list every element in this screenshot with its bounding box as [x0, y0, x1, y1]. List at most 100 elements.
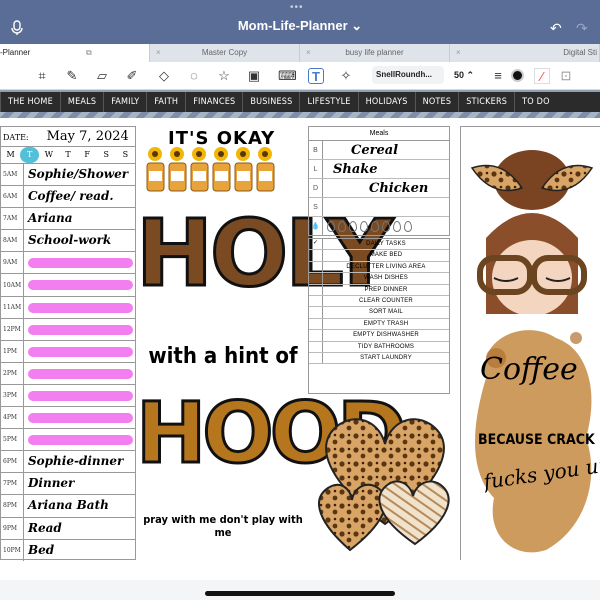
water-tracker-row[interactable]: 💧: [309, 217, 449, 236]
window-dots[interactable]: •••: [290, 2, 304, 13]
meal-row[interactable]: L Shake: [309, 160, 449, 179]
hour-task[interactable]: Ariana: [23, 208, 135, 230]
text-style-icon[interactable]: ⊡: [558, 68, 574, 84]
hour-row[interactable]: 4PM: [1, 406, 135, 429]
task-row[interactable]: EMPTY TRASH: [309, 318, 449, 331]
meal-row[interactable]: S: [309, 198, 449, 217]
water-drop[interactable]: [404, 221, 412, 232]
pen-icon[interactable]: ✎: [64, 68, 80, 84]
document-title[interactable]: Mom-Life-Planner ⌄: [0, 18, 600, 34]
task-row[interactable]: EMPTY DISHWASHER: [309, 330, 449, 342]
redo-icon[interactable]: ↷: [576, 20, 588, 37]
tab-mom-life-planner[interactable]: -Planner ⧉: [0, 44, 150, 62]
honey-jars-sticker[interactable]: [142, 146, 282, 198]
meal-row[interactable]: B Cereal: [309, 141, 449, 160]
font-family-select[interactable]: SnellRoundh...: [372, 66, 444, 84]
water-drop[interactable]: [338, 221, 346, 232]
hour-task[interactable]: [23, 252, 135, 274]
holy-sticker-text[interactable]: HOLY: [135, 204, 395, 303]
close-icon[interactable]: ×: [306, 44, 311, 62]
color-swatch-black[interactable]: [510, 68, 526, 84]
task-checkbox[interactable]: [309, 295, 323, 307]
hour-task[interactable]: [23, 318, 135, 340]
nav-the-home[interactable]: THE HOME: [0, 92, 60, 112]
task-row[interactable]: MAKE BED: [309, 250, 449, 262]
task-checkbox[interactable]: [309, 284, 323, 295]
hour-task[interactable]: Read: [23, 517, 135, 539]
hour-task[interactable]: [23, 296, 135, 318]
nav-family[interactable]: FAMILY: [103, 92, 146, 112]
hour-row[interactable]: 12PM: [1, 317, 135, 340]
keyboard-icon[interactable]: ⌨: [278, 68, 297, 84]
hour-row[interactable]: 3PM: [1, 383, 135, 407]
task-checkbox[interactable]: [309, 330, 323, 341]
task-checkbox[interactable]: [309, 307, 323, 318]
hour-task[interactable]: [23, 274, 135, 296]
meal-value[interactable]: Shake: [323, 160, 449, 178]
hour-row[interactable]: 6AM Coffee/ read.: [1, 185, 135, 208]
water-drop[interactable]: [349, 221, 357, 232]
nav-to-do[interactable]: TO DO: [514, 92, 557, 112]
because-crack-sticker-text[interactable]: BECAUSE CRACK: [478, 432, 595, 448]
eraser-icon[interactable]: ▱: [94, 68, 110, 84]
hint-of-sticker-text[interactable]: with a hint of: [140, 344, 306, 369]
hour-row[interactable]: 2PM: [1, 361, 135, 384]
hood-sticker-text[interactable]: HOOD: [135, 378, 409, 488]
task-checkbox[interactable]: [309, 352, 323, 364]
hour-task[interactable]: Sophie-dinner: [23, 451, 135, 473]
meal-value[interactable]: Chicken: [323, 179, 449, 197]
nav-meals[interactable]: MEALS: [59, 92, 103, 112]
task-row[interactable]: PREP DINNER: [309, 284, 449, 296]
highlighter-icon[interactable]: ✐: [124, 68, 140, 84]
laser-icon[interactable]: ✧: [338, 68, 354, 84]
date-value[interactable]: May 7, 2024: [47, 129, 129, 144]
meal-row[interactable]: D Chicken: [309, 179, 449, 198]
task-row[interactable]: WASH DISHES: [309, 273, 449, 285]
hour-row[interactable]: 11AM: [1, 295, 135, 318]
split-view-icon[interactable]: ⧉: [86, 44, 92, 62]
task-checkbox[interactable]: [309, 318, 323, 330]
task-row[interactable]: DECLUTTER LIVING AREA: [309, 261, 449, 274]
nav-notes[interactable]: NOTES: [414, 92, 459, 112]
no-fill-icon[interactable]: ⁄: [534, 68, 550, 84]
hour-task[interactable]: [23, 362, 135, 384]
meal-value[interactable]: [323, 198, 449, 216]
water-drop[interactable]: [360, 221, 368, 232]
tab-master-copy[interactable]: × Master Copy: [150, 44, 300, 62]
tab-busy-life-planner[interactable]: × busy life planner: [300, 44, 450, 62]
nav-faith[interactable]: FAITH: [146, 92, 185, 112]
hour-row[interactable]: 9PM Read: [1, 516, 135, 539]
hour-row[interactable]: 8PM Ariana Bath: [1, 494, 135, 517]
pray-sticker-text[interactable]: pray with me don't play with me: [140, 513, 306, 539]
water-drops[interactable]: [323, 217, 412, 236]
task-row[interactable]: SORT MAIL: [309, 307, 449, 319]
image-icon[interactable]: ▣: [246, 68, 262, 84]
water-drop[interactable]: [393, 221, 401, 232]
sticker-icon[interactable]: ☆: [216, 68, 232, 84]
hour-row[interactable]: 7AM Ariana: [1, 207, 135, 230]
lasso-scan-icon[interactable]: ⌗: [34, 68, 50, 84]
hour-task[interactable]: Sophie/Shower: [23, 164, 135, 186]
task-checkbox[interactable]: [309, 250, 323, 261]
nav-stickers[interactable]: STICKERS: [458, 92, 514, 112]
hour-task[interactable]: Dinner: [23, 473, 135, 495]
task-checkbox[interactable]: [309, 273, 323, 284]
hour-task[interactable]: [23, 429, 135, 451]
hour-row[interactable]: 7PM Dinner: [1, 472, 135, 495]
hour-task[interactable]: [23, 407, 135, 429]
hour-row[interactable]: 8AM School-work: [1, 229, 135, 252]
water-drop[interactable]: [382, 221, 390, 232]
hour-row[interactable]: 9AM: [1, 251, 135, 274]
task-checkbox[interactable]: [309, 261, 323, 273]
hour-task[interactable]: [23, 384, 135, 407]
coffee-sticker-text[interactable]: Coffee: [480, 352, 578, 387]
hour-task[interactable]: Ariana Bath: [23, 495, 135, 517]
undo-icon[interactable]: ↶: [550, 20, 562, 37]
nav-holidays[interactable]: HOLIDAYS: [357, 92, 415, 112]
hour-row[interactable]: 10AM: [1, 273, 135, 296]
nav-finances[interactable]: FINANCES: [185, 92, 242, 112]
meal-value[interactable]: Cereal: [323, 141, 449, 159]
text-icon[interactable]: T: [308, 68, 324, 84]
water-drop[interactable]: [327, 221, 335, 232]
align-icon[interactable]: ≡: [490, 68, 506, 84]
